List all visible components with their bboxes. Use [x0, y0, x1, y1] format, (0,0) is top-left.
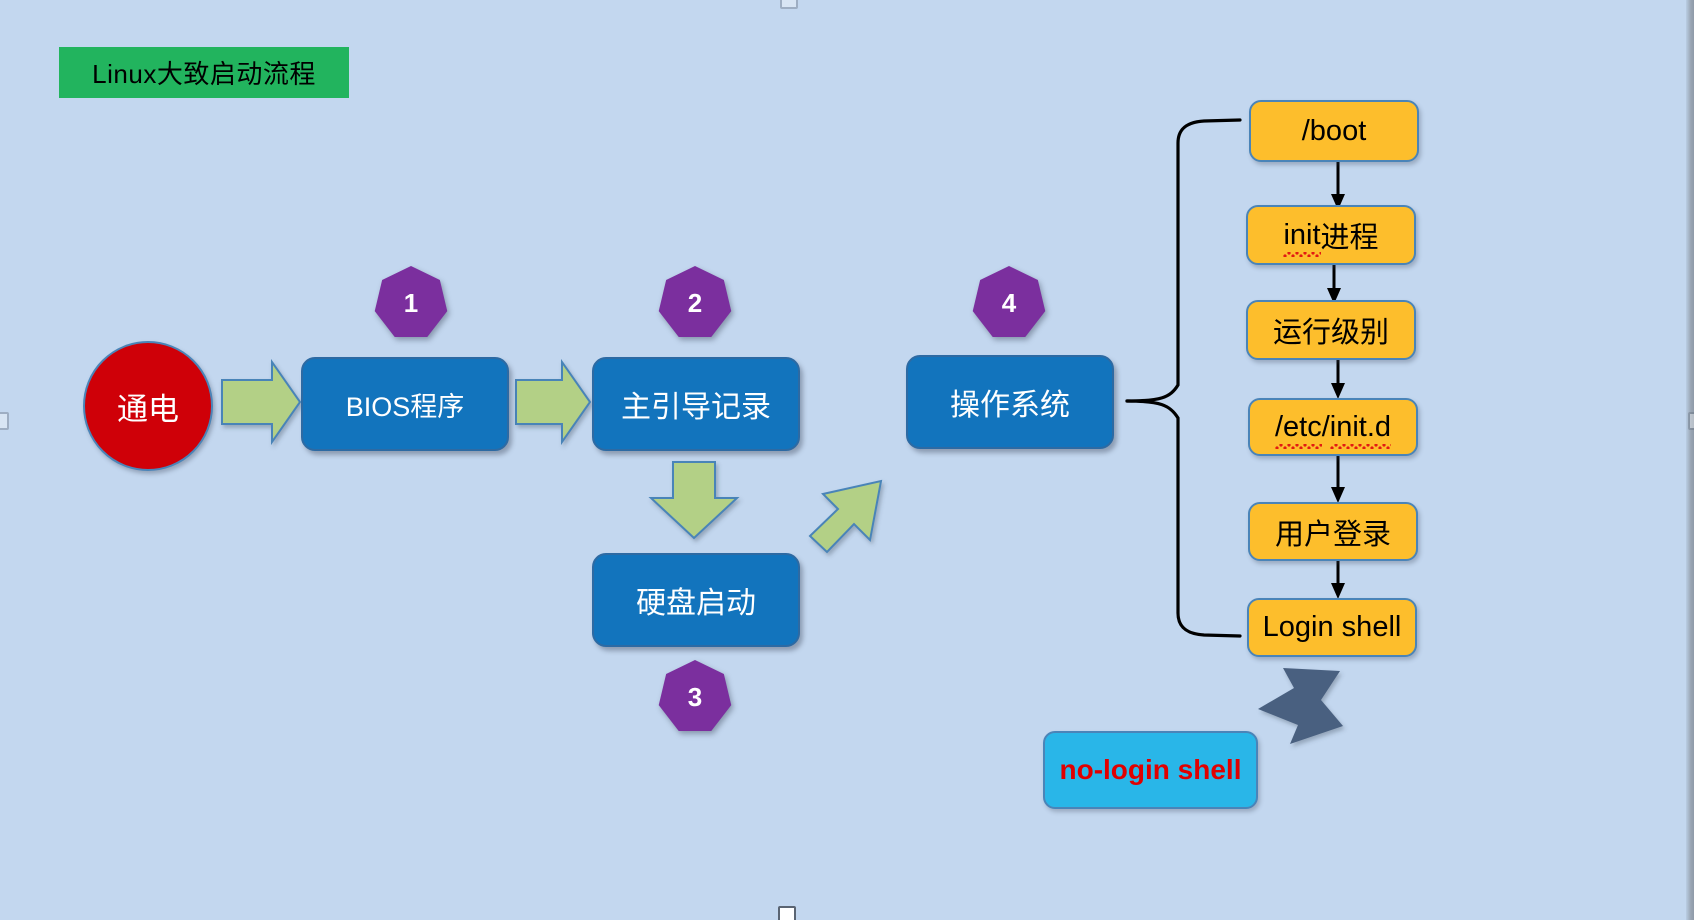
step-badge-1: 1 [374, 266, 448, 338]
step-badge-3: 3 [658, 660, 732, 732]
node-initd-dir-sep: / [1321, 410, 1330, 443]
node-initd-dir-label-b: init.d [1329, 410, 1392, 449]
arrow-boot-to-init [1331, 159, 1345, 210]
node-user-login[interactable]: 用户登录 [1248, 502, 1418, 561]
selection-handle-top[interactable] [780, 0, 798, 9]
node-initd-dir-label-a: /etc [1274, 410, 1322, 449]
arrow-power-to-bios [221, 358, 302, 446]
arrow-mbr-to-disk [648, 461, 740, 540]
node-power-on[interactable]: 通电 [83, 341, 213, 471]
arrow-disk-to-os [808, 479, 883, 554]
node-user-login-label: 用户登录 [1274, 518, 1391, 551]
connectors-layer [221, 118, 1345, 744]
node-no-login-shell[interactable]: no-login shell [1043, 731, 1258, 809]
gray-chevron-arrow [1258, 668, 1343, 744]
window-right-edge [1686, 0, 1694, 920]
node-login-shell[interactable]: Login shell [1247, 598, 1417, 657]
arrow-init-to-runlevel [1327, 262, 1341, 304]
curly-brace-connector [1125, 118, 1242, 638]
node-boot-dir-label: /boot [1301, 114, 1367, 147]
node-bios[interactable]: BIOS程序 [301, 357, 509, 451]
selection-handle-bottom[interactable] [778, 906, 796, 920]
step-badge-4: 4 [972, 266, 1046, 338]
node-disk-boot[interactable]: 硬盘启动 [592, 553, 800, 647]
node-init-process[interactable]: init 进程 [1246, 205, 1416, 265]
arrow-bios-to-mbr [515, 358, 592, 446]
step-badge-2: 2 [658, 266, 732, 338]
node-operating-system[interactable]: 操作系统 [906, 355, 1114, 449]
node-init-process-label-prefix: init [1283, 218, 1321, 257]
node-runlevel-label: 运行级别 [1272, 317, 1389, 349]
selection-handle-left[interactable] [0, 412, 9, 430]
arrow-runlevel-to-initd [1331, 357, 1345, 399]
node-login-shell-label: Login shell [1262, 611, 1402, 643]
arrow-initd-to-userlogin [1331, 453, 1345, 503]
arrow-userlogin-to-loginshell [1331, 558, 1345, 599]
node-mbr[interactable]: 主引导记录 [592, 357, 800, 451]
page-title: Linux大致启动流程 [59, 47, 349, 98]
diagram-canvas: Linux大致启动流程 通电 BIOS程序 主引导记录 硬盘启动 操作系统 1 … [0, 0, 1694, 920]
node-boot-dir[interactable]: /boot [1249, 100, 1419, 162]
node-init-process-label-suffix: 进程 [1320, 222, 1379, 254]
node-initd-dir[interactable]: /etc / init.d [1248, 398, 1418, 456]
selection-handle-right[interactable] [1688, 412, 1694, 430]
node-runlevel[interactable]: 运行级别 [1246, 300, 1416, 360]
